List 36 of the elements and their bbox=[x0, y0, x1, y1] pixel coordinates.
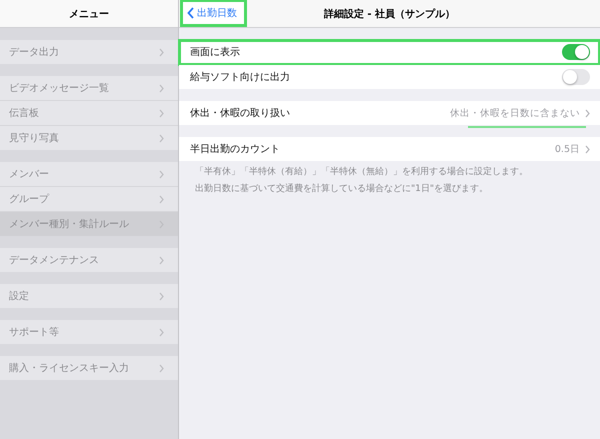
chevron-icon bbox=[159, 108, 164, 118]
back-icon bbox=[187, 7, 194, 19]
chevron-icon bbox=[159, 134, 164, 142]
menu-item[interactable]: メンバー bbox=[0, 162, 178, 187]
toggle-switch[interactable] bbox=[562, 44, 590, 60]
row-value: 0.5日 bbox=[554, 142, 580, 156]
chevron-icon bbox=[159, 328, 164, 336]
row-label: 休出・休暇の取り扱い bbox=[190, 106, 290, 120]
sidebar-title: メニュー bbox=[69, 8, 109, 20]
menu-item[interactable]: データメンテナンス bbox=[0, 248, 178, 272]
chevron-icon bbox=[159, 194, 164, 204]
menu-item[interactable]: データ出力 bbox=[0, 40, 178, 64]
chevron-icon bbox=[159, 364, 164, 372]
chevron-icon bbox=[159, 48, 164, 56]
menu-item[interactable]: 購入・ライセンスキー入力 bbox=[0, 356, 178, 380]
page-title: 詳細設定 - 社員（サンプル） bbox=[324, 7, 456, 20]
toggle-switch[interactable] bbox=[562, 69, 590, 85]
chevron-icon bbox=[585, 144, 590, 154]
row-value: 休出・休暇を日数に含まない bbox=[450, 106, 580, 120]
menu-item[interactable]: 伝言板 bbox=[0, 101, 178, 126]
menu-item[interactable]: メンバー種別・集計ルール bbox=[0, 212, 178, 236]
chevron-icon bbox=[159, 84, 164, 92]
row-label: 半日出勤のカウント bbox=[190, 142, 280, 156]
row-label: 画面に表示 bbox=[190, 46, 240, 59]
footer-note: 出勤日数に基づいて交通費を計算している場合などに"1日"を選びます。 bbox=[195, 182, 490, 196]
chevron-icon bbox=[585, 108, 590, 118]
menu-item[interactable]: ビデオメッセージ一覧 bbox=[0, 76, 178, 101]
chevron-icon bbox=[159, 170, 164, 178]
menu-item[interactable]: 設定 bbox=[0, 284, 178, 308]
footer-note: 「半有休」「半特休（有給）」「半特休（無給）」を利用する場合に設定します。 bbox=[195, 166, 529, 179]
menu-item[interactable]: サポート等 bbox=[0, 320, 178, 344]
chevron-icon bbox=[159, 256, 164, 264]
row-label: 給与ソフト向けに出力 bbox=[190, 70, 290, 84]
back-button[interactable]: 出勤日数 bbox=[182, 1, 245, 25]
menu-item[interactable]: 見守り写真 bbox=[0, 126, 178, 150]
chevron-icon bbox=[159, 292, 164, 300]
